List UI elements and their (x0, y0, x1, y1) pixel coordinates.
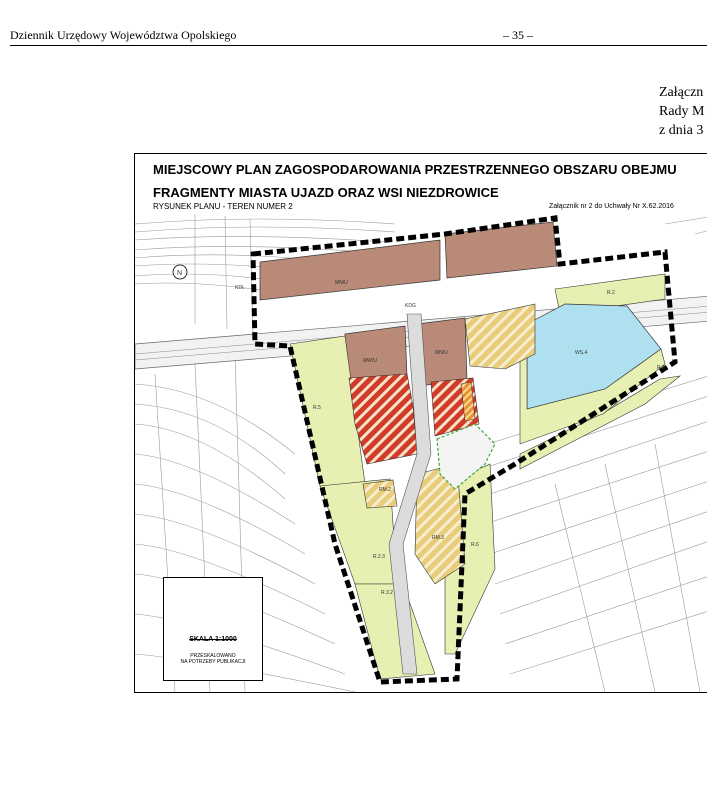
attachment-line-1: Załączn (659, 85, 704, 100)
zone-label: R.4 (657, 365, 665, 371)
scale-label: SKALA 1:1000 (189, 636, 237, 643)
resolution-note: Załącznik nr 2 do Uchwały Nr X.62.2016 (549, 203, 674, 210)
publication-note: PRZESKALOWANO NA POTRZEBY PUBLIKACJI (164, 653, 262, 665)
attachment-line-2: Rady M (659, 104, 705, 119)
zone-label: RM.3 (432, 535, 444, 541)
journal-header: Dziennik Urzędowy Województwa Opolskiego (10, 28, 237, 42)
zone-label: R.6 (471, 542, 479, 548)
attachment-line-3: z dnia 3 (659, 123, 704, 138)
header-rule (10, 45, 707, 46)
north-arrow-icon: N (172, 264, 188, 280)
drawing-label: RYSUNEK PLANU - TEREN NUMER 2 (153, 202, 293, 211)
zone-label: WS.4 (575, 350, 587, 356)
zone-label: R.2 (607, 290, 615, 296)
zone-label: MN/U (335, 280, 348, 286)
publication-note-line-2: NA POTRZEBY PUBLIKACJI (180, 659, 246, 665)
zones (259, 221, 682, 680)
map-legend-box: SKALA 1:1000 PRZESKALOWANO NA POTRZEBY P… (163, 577, 263, 681)
zone-label: KDG (405, 303, 416, 309)
zone-label: R.3.2 (381, 590, 393, 596)
svg-text:N: N (177, 270, 182, 277)
zone-label: RM.2 (379, 487, 391, 493)
page-number: – 35 – (503, 28, 533, 42)
zone-label: R.5 (313, 405, 321, 411)
zone-label: KDL (235, 285, 245, 291)
zone-label: R.2.3 (373, 554, 385, 560)
map-title-line-1: MIEJSCOWY PLAN ZAGOSPODAROWANIA PRZESTRZ… (153, 162, 677, 177)
map-title-line-2: FRAGMENTY MIASTA UJAZD ORAZ WSI NIEZDROW… (153, 185, 499, 200)
zone-label: MN/U (435, 350, 448, 356)
map-figure: N MN/U KDG KDL MW/U MN/U WS.4 R.2 R.4 R.… (134, 153, 707, 693)
zone-label: MW/U (363, 358, 377, 364)
